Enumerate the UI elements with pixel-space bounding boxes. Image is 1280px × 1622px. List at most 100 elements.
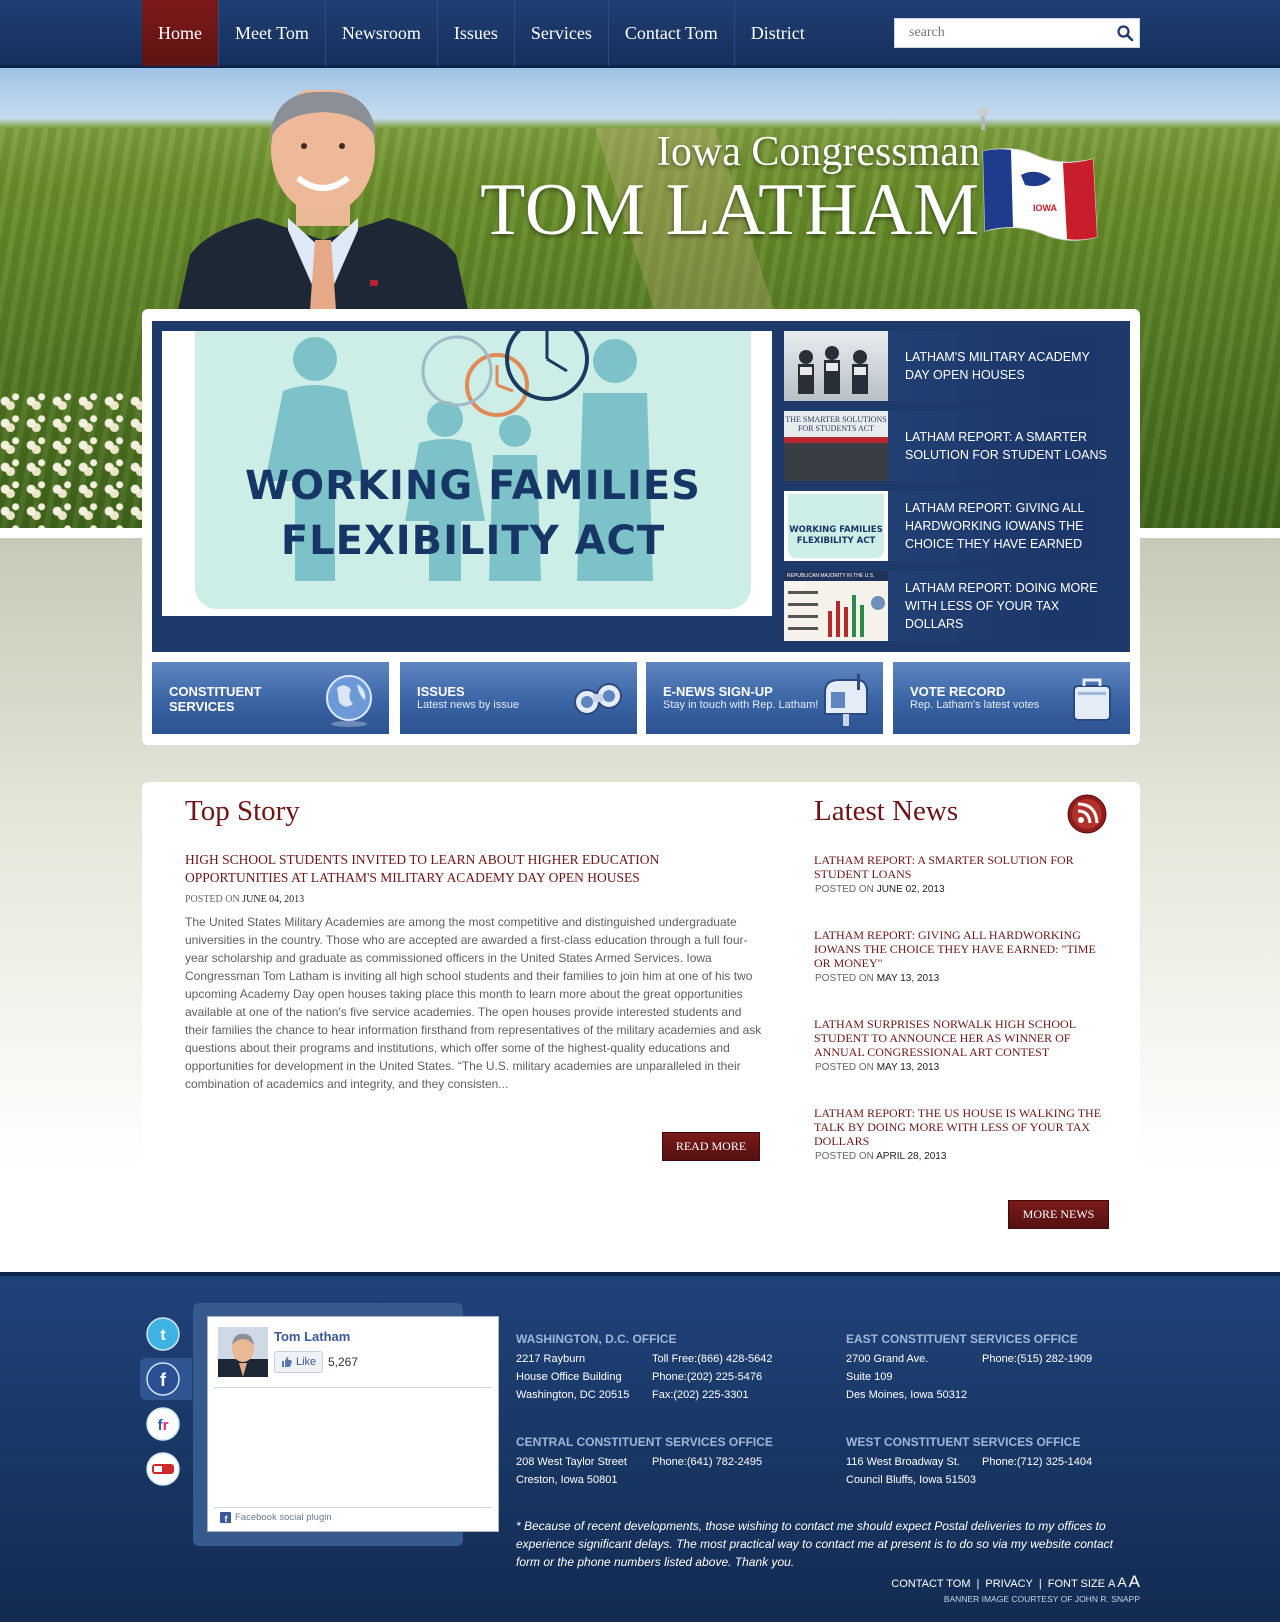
wildflowers	[0, 388, 150, 528]
posted-label: POSTED ON	[185, 894, 240, 905]
tile-subtitle: Stay in touch with Rep. Latham!	[663, 699, 819, 711]
phone-line: Toll Free:(866) 428-5642	[652, 1353, 773, 1365]
posted-label: POSTED ON	[815, 1151, 874, 1162]
office-phones: Phone:(515) 282-1909	[982, 1350, 1092, 1404]
thumb-infographic-image: REPUBLICAN MAJORITY IN THE U.S. HOUSE	[784, 571, 888, 641]
office-address: 116 West Broadway St. Council Bluffs, Io…	[846, 1453, 982, 1489]
news-title-link[interactable]: LATHAM REPORT: GIVING ALL HARDWORKING IO…	[814, 928, 1104, 970]
top-story-link[interactable]: HIGH SCHOOL STUDENTS INVITED TO LEARN AB…	[185, 851, 765, 887]
font-size-small-button[interactable]: A	[1108, 1578, 1115, 1590]
slider-item-tax-dollars[interactable]: REPUBLICAN MAJORITY IN THE U.S. HOUSE LA…	[784, 571, 1130, 641]
hero-name: TOM LATHAM	[480, 169, 980, 251]
address-line: Washington, DC 20515	[516, 1389, 630, 1401]
slider-item-label: LATHAM'S MILITARY ACADEMY DAY OPEN HOUSE…	[905, 350, 1090, 382]
tile-vote-record[interactable]: VOTE RECORD Rep. Latham's latest votes	[893, 662, 1130, 734]
tile-issues[interactable]: ISSUES Latest news by issue	[400, 662, 637, 734]
office-phones: Phone:(641) 782-2495	[652, 1453, 762, 1489]
posted-date: MAY 13, 2013	[876, 973, 940, 984]
water-tower-icon	[977, 108, 989, 130]
news-title-link[interactable]: LATHAM REPORT: THE US HOUSE IS WALKING T…	[814, 1106, 1104, 1148]
office-phones: Phone:(712) 325-1404	[982, 1453, 1092, 1489]
news-item: LATHAM REPORT: THE US HOUSE IS WALKING T…	[814, 1106, 1104, 1162]
flickr-icon[interactable]: fr	[146, 1407, 180, 1441]
nav-meet-tom[interactable]: Meet Tom	[219, 0, 326, 66]
slider-item-hardworking[interactable]: WORKING FAMILIES FLEXIBILITY ACT LATHAM …	[784, 491, 1130, 561]
thumb-cadets-image	[784, 331, 888, 401]
nav-issues[interactable]: Issues	[438, 0, 515, 66]
news-date: POSTED ON JUNE 02, 2013	[815, 884, 1104, 895]
nav-newsroom[interactable]: Newsroom	[326, 0, 438, 66]
slider-item-academy[interactable]: LATHAM'S MILITARY ACADEMY DAY OPEN HOUSE…	[784, 331, 1130, 401]
news-title-link[interactable]: LATHAM REPORT: A SMARTER SOLUTION FOR ST…	[814, 853, 1104, 881]
phone-line: Phone:(641) 782-2495	[652, 1456, 763, 1468]
thumb-working-families-text: WORKING FAMILIES FLEXIBILITY ACT	[789, 525, 883, 546]
more-news-button[interactable]: MORE NEWS	[1008, 1200, 1109, 1229]
facebook-like-count: 5,267	[328, 1355, 359, 1369]
twitter-icon[interactable]: t	[146, 1317, 180, 1351]
news-item: LATHAM REPORT: A SMARTER SOLUTION FOR ST…	[814, 853, 1104, 895]
separator: |	[1038, 1578, 1042, 1590]
svg-text:f: f	[160, 1370, 167, 1390]
slide-title-line1: WORKING FAMILIES	[245, 463, 701, 509]
facebook-page-name[interactable]: Tom Latham	[274, 1329, 350, 1344]
top-story-heading: Top Story	[185, 795, 300, 827]
posted-label: POSTED ON	[815, 973, 874, 984]
contact-tom-link[interactable]: CONTACT TOM	[891, 1578, 970, 1590]
read-more-button[interactable]: READ MORE	[662, 1132, 760, 1161]
facebook-icon[interactable]: f	[146, 1362, 180, 1396]
thumb-student-loans-image: THE SMARTER SOLUTIONS FOR STUDENTS ACT	[784, 411, 888, 481]
tile-constituent-services[interactable]: CONSTITUENT SERVICES	[152, 662, 389, 734]
svg-text:IOWA: IOWA	[1033, 203, 1057, 213]
tile-title: ISSUES	[417, 684, 465, 699]
phone-line: Phone:(202) 225-5476	[652, 1371, 763, 1383]
search-box	[894, 18, 1140, 48]
svg-text:t: t	[160, 1327, 166, 1344]
facebook-avatar[interactable]	[218, 1327, 268, 1377]
nav-contact-tom[interactable]: Contact Tom	[609, 0, 735, 66]
facebook-like-box: Tom Latham Like 5,267 f Facebook social …	[207, 1316, 499, 1532]
slider-item-label: LATHAM REPORT: A SMARTER SOLUTION FOR ST…	[905, 430, 1107, 462]
nav-district[interactable]: District	[735, 0, 821, 66]
tile-title: CONSTITUENT SERVICES	[169, 684, 262, 714]
slider-item-label: LATHAM REPORT: GIVING ALL HARDWORKING IO…	[905, 501, 1084, 551]
office-title: EAST CONSTITUENT SERVICES OFFICE	[846, 1332, 1078, 1346]
font-size-label: FONT SIZE	[1047, 1578, 1105, 1590]
mailbox-icon	[824, 674, 868, 726]
search-icon[interactable]	[1111, 19, 1139, 47]
top-navigation: Home Meet Tom Newsroom Issues Services C…	[0, 0, 1280, 68]
slider-item-student-loans[interactable]: THE SMARTER SOLUTIONS FOR STUDENTS ACT L…	[784, 411, 1130, 481]
search-input[interactable]	[895, 19, 1111, 47]
top-story-title: HIGH SCHOOL STUDENTS INVITED TO LEARN AB…	[185, 851, 765, 909]
news-item: LATHAM REPORT: GIVING ALL HARDWORKING IO…	[814, 928, 1104, 984]
news-date: POSTED ON APRIL 28, 2013	[815, 1151, 1104, 1162]
facebook-divider	[214, 1387, 492, 1388]
font-size-large-button[interactable]: A	[1129, 1572, 1140, 1592]
office-title: CENTRAL CONSTITUENT SERVICES OFFICE	[516, 1435, 773, 1449]
address-line: Suite 109	[846, 1371, 893, 1383]
news-item: LATHAM SURPRISES NORWALK HIGH SCHOOL STU…	[814, 1017, 1104, 1073]
tile-enews-signup[interactable]: E-NEWS SIGN-UP Stay in touch with Rep. L…	[646, 662, 883, 734]
svg-text:fr: fr	[158, 1417, 169, 1434]
privacy-link[interactable]: PRIVACY	[985, 1578, 1032, 1590]
congressman-portrait	[178, 90, 468, 310]
address-line: House Office Building	[516, 1371, 622, 1383]
phone-line: Phone:(712) 325-1404	[982, 1456, 1093, 1468]
font-size-medium-button[interactable]: A	[1117, 1574, 1126, 1590]
nav-services[interactable]: Services	[515, 0, 609, 66]
youtube-icon[interactable]	[146, 1452, 180, 1486]
slide-main-image[interactable]: WORKING FAMILIES FLEXIBILITY ACT	[195, 331, 751, 609]
address-line: 2217 Rayburn	[516, 1353, 586, 1365]
facebook-divider	[214, 1507, 492, 1508]
office-central: CENTRAL CONSTITUENT SERVICES OFFICE 208 …	[516, 1433, 773, 1489]
slide-main-title: WORKING FAMILIES FLEXIBILITY ACT	[195, 459, 751, 569]
phone-line: Fax:(202) 225-3301	[652, 1389, 749, 1401]
facebook-social-plugin[interactable]: f Facebook social plugin	[220, 1512, 332, 1523]
nav-home[interactable]: Home	[142, 0, 219, 66]
rss-icon[interactable]	[1067, 794, 1107, 834]
news-title-link[interactable]: LATHAM SURPRISES NORWALK HIGH SCHOOL STU…	[814, 1017, 1104, 1059]
quick-links: CONSTITUENT SERVICES ISSUES Latest news …	[152, 662, 1130, 734]
thumb-infographic-text: REPUBLICAN MAJORITY IN THE U.S. HOUSE	[784, 571, 888, 589]
facebook-like-button[interactable]: Like	[274, 1351, 324, 1373]
top-story-body: The United States Military Academies are…	[185, 915, 762, 1091]
tile-subtitle: Rep. Latham's latest votes	[910, 699, 1040, 711]
